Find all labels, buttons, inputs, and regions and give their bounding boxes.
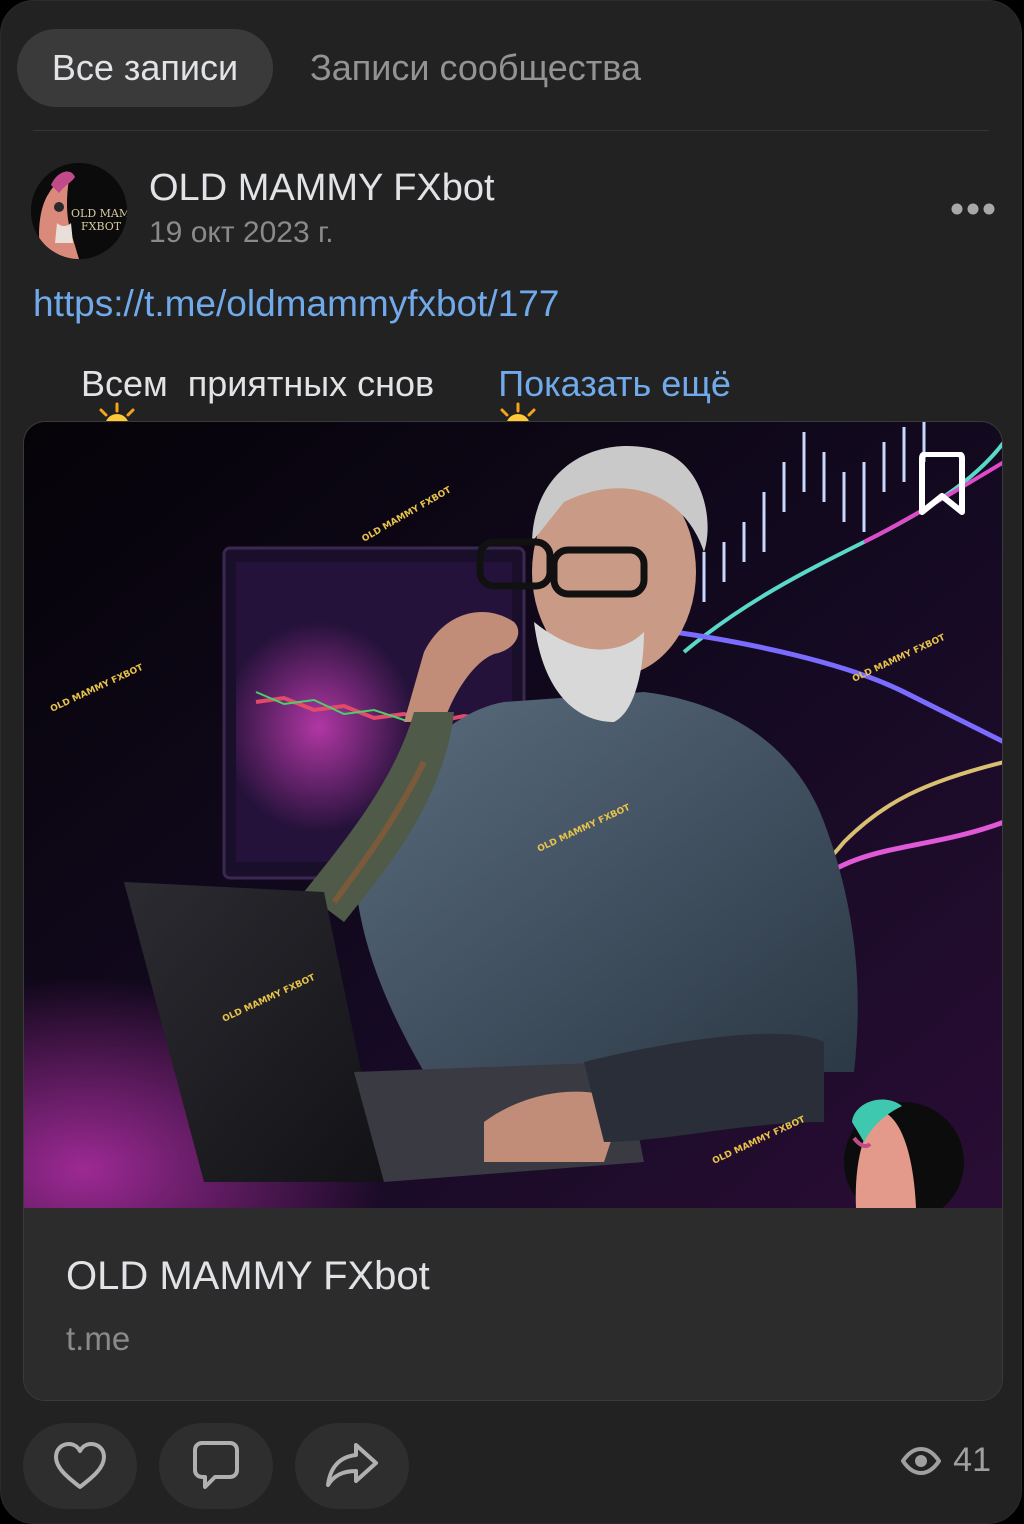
more-options-icon[interactable] xyxy=(945,191,1001,227)
attachment-footer[interactable]: OLD MAMMY FXbot t.me xyxy=(24,1208,1002,1400)
tab-community-posts[interactable]: Записи сообщества xyxy=(283,29,668,107)
post-actions xyxy=(23,1423,431,1509)
post-text: Всем приятных снов Показать ещё xyxy=(33,359,731,450)
feed-tabs: Все записи Записи сообщества xyxy=(17,29,668,107)
avatar-text-line2: FXBOT xyxy=(81,220,122,233)
attachment-image[interactable]: OLD MAMMY FXBOT OLD MAMMY FXBOT OLD MAMM… xyxy=(24,422,1002,1208)
attachment-domain: t.me xyxy=(66,1320,131,1357)
show-more-link[interactable]: Показать ещё xyxy=(498,363,731,405)
like-button[interactable] xyxy=(23,1423,137,1509)
author-avatar[interactable]: OLD MAMI FXBOT xyxy=(31,163,127,259)
post-link[interactable]: https://t.me/oldmammyfxbot/177 xyxy=(33,283,559,325)
share-button[interactable] xyxy=(295,1423,409,1509)
heart-icon xyxy=(54,1442,106,1489)
comment-icon xyxy=(193,1441,239,1489)
views-counter: 41 xyxy=(901,1441,991,1480)
comment-button[interactable] xyxy=(159,1423,273,1509)
post-text-content: Всем приятных снов xyxy=(81,363,435,404)
post-card: Все записи Записи сообщества OLD MAMI FX… xyxy=(0,0,1022,1524)
views-count: 41 xyxy=(953,1441,991,1479)
bookmark-icon[interactable] xyxy=(912,451,972,518)
sun-emoji-icon xyxy=(434,360,542,450)
avatar-text-line1: OLD MAMI xyxy=(71,207,127,220)
sun-emoji-icon xyxy=(33,360,141,450)
share-icon xyxy=(326,1443,378,1487)
eye-icon xyxy=(901,1446,942,1475)
attachment-title[interactable]: OLD MAMMY FXbot xyxy=(66,1254,430,1299)
tabs-divider xyxy=(33,130,989,131)
post-date[interactable]: 19 окт 2023 г. xyxy=(149,216,334,250)
author-name[interactable]: OLD MAMMY FXbot xyxy=(149,167,495,210)
link-attachment[interactable]: OLD MAMMY FXBOT OLD MAMMY FXBOT OLD MAMM… xyxy=(23,421,1003,1401)
tab-all-posts[interactable]: Все записи xyxy=(17,29,273,107)
